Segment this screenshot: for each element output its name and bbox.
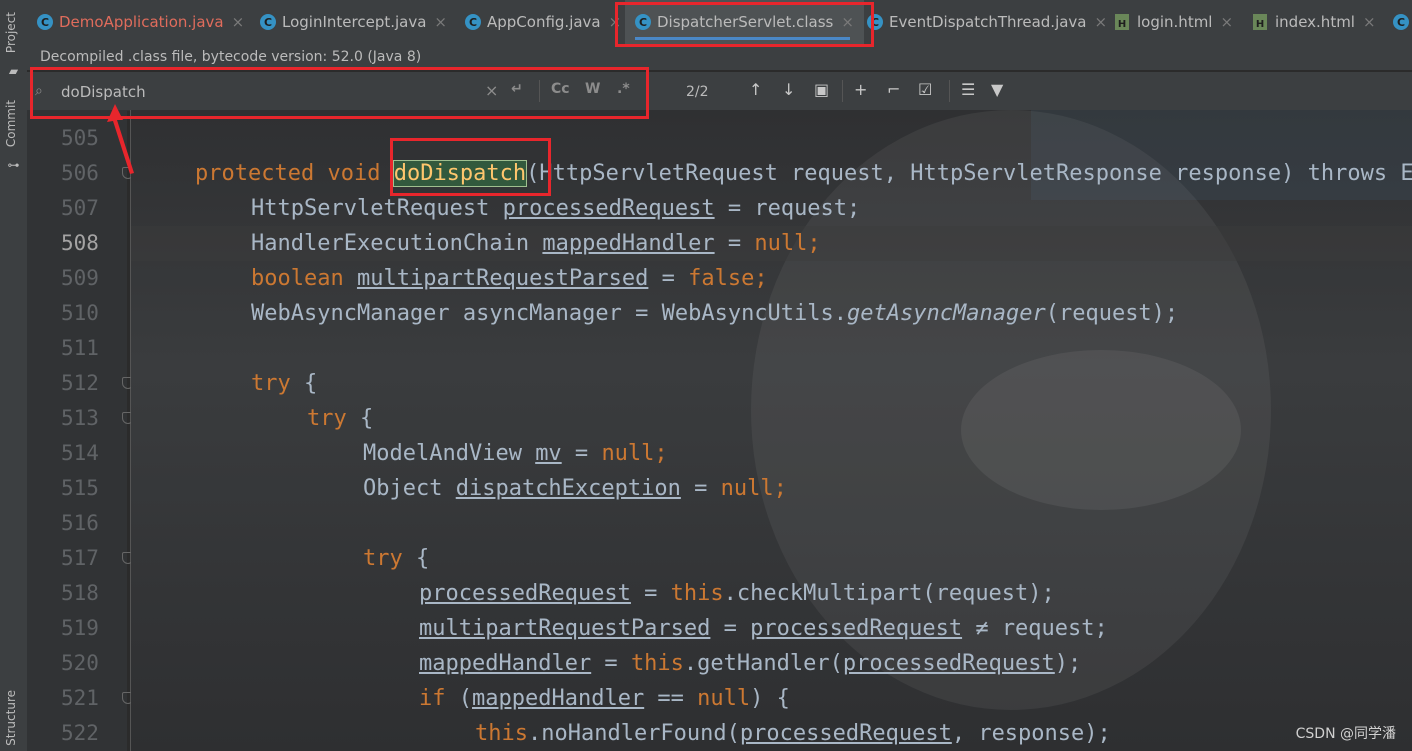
- code-line-521: if (mappedHandler == null) {: [419, 686, 790, 711]
- watermark: CSDN @同学潘: [1295, 726, 1396, 742]
- class-icon: C: [465, 14, 481, 30]
- close-icon[interactable]: ×: [1363, 13, 1376, 31]
- code-line-506: protected void doDispatch(HttpServletReq…: [195, 160, 1412, 187]
- regex-button[interactable]: .*: [617, 81, 630, 97]
- commit-icon: ⊶: [7, 158, 20, 172]
- line-number: 507: [61, 196, 99, 220]
- code-line-510: WebAsyncManager asyncManager = WebAsyncU…: [251, 301, 1179, 326]
- whole-words-button[interactable]: W: [585, 81, 600, 97]
- line-number: 515: [61, 476, 99, 500]
- line-number: 509: [61, 266, 99, 290]
- tab-dispatcher-servlet[interactable]: C DispatcherServlet.class ×: [625, 0, 864, 44]
- select-all-occurrences-icon[interactable]: ☑: [918, 80, 932, 99]
- line-number: 514: [61, 441, 99, 465]
- filter-icon[interactable]: ▼: [991, 80, 1003, 99]
- editor-gutter: 505 506 507 508 509 510 511 512 513 514 …: [27, 110, 127, 751]
- tab-event-dispatch-thread[interactable]: C EventDispatchThread.java ×: [867, 0, 1107, 44]
- line-number: 517: [61, 546, 99, 570]
- find-bar: ⌕ × ↵ Cc W .* 2/2 ↑ ↓ ▣ + ⌐ ☑ ☰ ▼: [27, 72, 1412, 111]
- tab-index-html[interactable]: H index.html ×: [1253, 0, 1376, 44]
- tab-label: AppConfig.java: [487, 13, 601, 31]
- line-number: 516: [61, 511, 99, 535]
- new-line-icon[interactable]: ↵: [511, 81, 523, 97]
- class-icon: C: [37, 14, 53, 30]
- tab-label: login.html: [1137, 13, 1213, 31]
- tab-label: EventDispatchThread.java: [889, 13, 1087, 31]
- class-icon: C: [867, 14, 883, 30]
- tab-label: index.html: [1275, 13, 1355, 31]
- project-tool-button[interactable]: Project: [4, 12, 18, 53]
- line-number: 512: [61, 371, 99, 395]
- add-occurrence-icon[interactable]: +: [854, 80, 867, 99]
- tab-overflow[interactable]: C: [1393, 0, 1412, 44]
- close-icon[interactable]: ×: [1220, 13, 1233, 31]
- clear-search-icon[interactable]: ×: [485, 81, 498, 100]
- close-icon[interactable]: ×: [609, 13, 622, 31]
- code-line-507: HttpServletRequest processedRequest = re…: [251, 196, 861, 221]
- code-editor[interactable]: protected void doDispatch(HttpServletReq…: [131, 110, 1412, 751]
- line-number: 511: [61, 336, 99, 360]
- code-line-522: this.noHandlerFound(processedRequest, re…: [475, 721, 1111, 746]
- code-line-515: Object dispatchException = null;: [363, 476, 787, 501]
- html-icon: H: [1115, 14, 1129, 30]
- close-icon[interactable]: ×: [232, 13, 245, 31]
- open-in-window-icon[interactable]: ☰: [961, 80, 975, 99]
- tab-label: DispatcherServlet.class: [657, 13, 834, 31]
- code-line-508: HandlerExecutionChain mappedHandler = nu…: [251, 231, 821, 256]
- line-number: 520: [61, 651, 99, 675]
- divider: [949, 80, 950, 102]
- annotation-arrow: [107, 104, 134, 174]
- structure-tool-button[interactable]: Structure: [4, 690, 18, 746]
- match-case-button[interactable]: Cc: [551, 81, 570, 97]
- divider: [539, 80, 540, 102]
- tab-label: LoginIntercept.java: [282, 13, 427, 31]
- find-in-window-icon[interactable]: ▣: [814, 80, 829, 99]
- tab-demo-application[interactable]: C DemoApplication.java ×: [37, 0, 244, 44]
- line-number: 522: [61, 721, 99, 745]
- code-line-512: try {: [251, 371, 318, 396]
- search-icon[interactable]: ⌕: [35, 83, 43, 99]
- html-icon: H: [1253, 14, 1267, 30]
- tab-login-html[interactable]: H login.html ×: [1115, 0, 1233, 44]
- code-line-514: ModelAndView mv = null;: [363, 441, 668, 466]
- code-line-517: try {: [363, 546, 430, 571]
- previous-occurrence-icon[interactable]: ↑: [749, 80, 762, 99]
- tab-login-intercept[interactable]: C LoginIntercept.java ×: [260, 0, 447, 44]
- code-line-518: processedRequest = this.checkMultipart(r…: [419, 581, 1055, 606]
- line-number: 508: [61, 231, 99, 255]
- tab-label: DemoApplication.java: [59, 13, 224, 31]
- search-match: doDispatch: [392, 160, 528, 187]
- code-line-509: boolean multipartRequestParsed = false;: [251, 266, 768, 291]
- line-number: 513: [61, 406, 99, 430]
- line-number: 521: [61, 686, 99, 710]
- line-number: 510: [61, 301, 99, 325]
- code-line-513: try {: [307, 406, 374, 431]
- editor-tab-bar: C DemoApplication.java × C LoginIntercep…: [27, 0, 1412, 45]
- remove-occurrence-icon[interactable]: ⌐: [887, 80, 900, 99]
- folder-icon: ▰: [8, 64, 19, 78]
- code-line-520: mappedHandler = this.getHandler(processe…: [419, 651, 1082, 676]
- divider: [842, 80, 843, 102]
- class-icon: C: [260, 14, 276, 30]
- tab-app-config[interactable]: C AppConfig.java ×: [465, 0, 621, 44]
- class-icon: C: [1393, 14, 1409, 30]
- line-number: 518: [61, 581, 99, 605]
- active-tab-indicator: [635, 37, 850, 40]
- commit-tool-button[interactable]: Commit: [4, 100, 18, 147]
- line-number: 519: [61, 616, 99, 640]
- close-icon[interactable]: ×: [841, 13, 854, 31]
- next-occurrence-icon[interactable]: ↓: [782, 80, 795, 99]
- tool-window-strip: Project ▰ Commit ⊶ Structure: [0, 0, 28, 751]
- editor-background-image: [961, 350, 1241, 510]
- class-icon: C: [635, 14, 651, 30]
- close-icon[interactable]: ×: [1095, 13, 1108, 31]
- match-count: 2/2: [686, 84, 709, 100]
- close-icon[interactable]: ×: [434, 13, 447, 31]
- code-line-519: multipartRequestParsed = processedReques…: [419, 616, 1108, 641]
- decompiled-notice: Decompiled .class file, bytecode version…: [27, 44, 1412, 70]
